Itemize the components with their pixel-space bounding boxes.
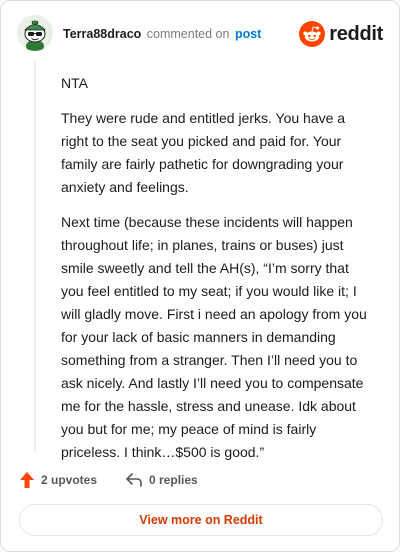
comment-paragraph: Next time (because these incidents will …	[61, 214, 367, 460]
reply-count: 0 replies	[149, 473, 198, 487]
upvote-arrow-icon	[20, 472, 34, 488]
upvote-button[interactable]: 2 upvotes	[19, 471, 97, 489]
reddit-wordmark: reddit	[329, 23, 383, 45]
reddit-logo-icon	[299, 21, 326, 47]
comment-paragraph: They were rude and entitled jerks. You h…	[61, 110, 346, 195]
comment-paragraph: NTA	[61, 75, 88, 91]
view-more-on-reddit-button[interactable]: View more on Reddit	[19, 504, 383, 536]
replies-button[interactable]: 0 replies	[125, 472, 198, 488]
reply-arrow-icon	[126, 473, 142, 487]
comment-header: Terra88draco commented on post reddit	[17, 15, 383, 51]
thread-line	[34, 61, 36, 453]
comment-byline: Terra88draco commented on post	[63, 26, 261, 42]
byline-action-text: commented on	[146, 27, 230, 41]
username-link[interactable]: Terra88draco	[63, 27, 141, 41]
post-link[interactable]: post	[235, 27, 261, 41]
snoo-avatar-icon[interactable]	[17, 15, 53, 51]
reddit-brand[interactable]: reddit	[299, 21, 383, 47]
embedded-comment-card: Terra88draco commented on post reddit NT…	[0, 0, 400, 552]
comment-body: NTA They were rude and entitled jerks. Y…	[61, 72, 367, 476]
comment-actions: 2 upvotes 0 replies	[19, 469, 198, 491]
upvote-count: 2 upvotes	[41, 473, 98, 487]
